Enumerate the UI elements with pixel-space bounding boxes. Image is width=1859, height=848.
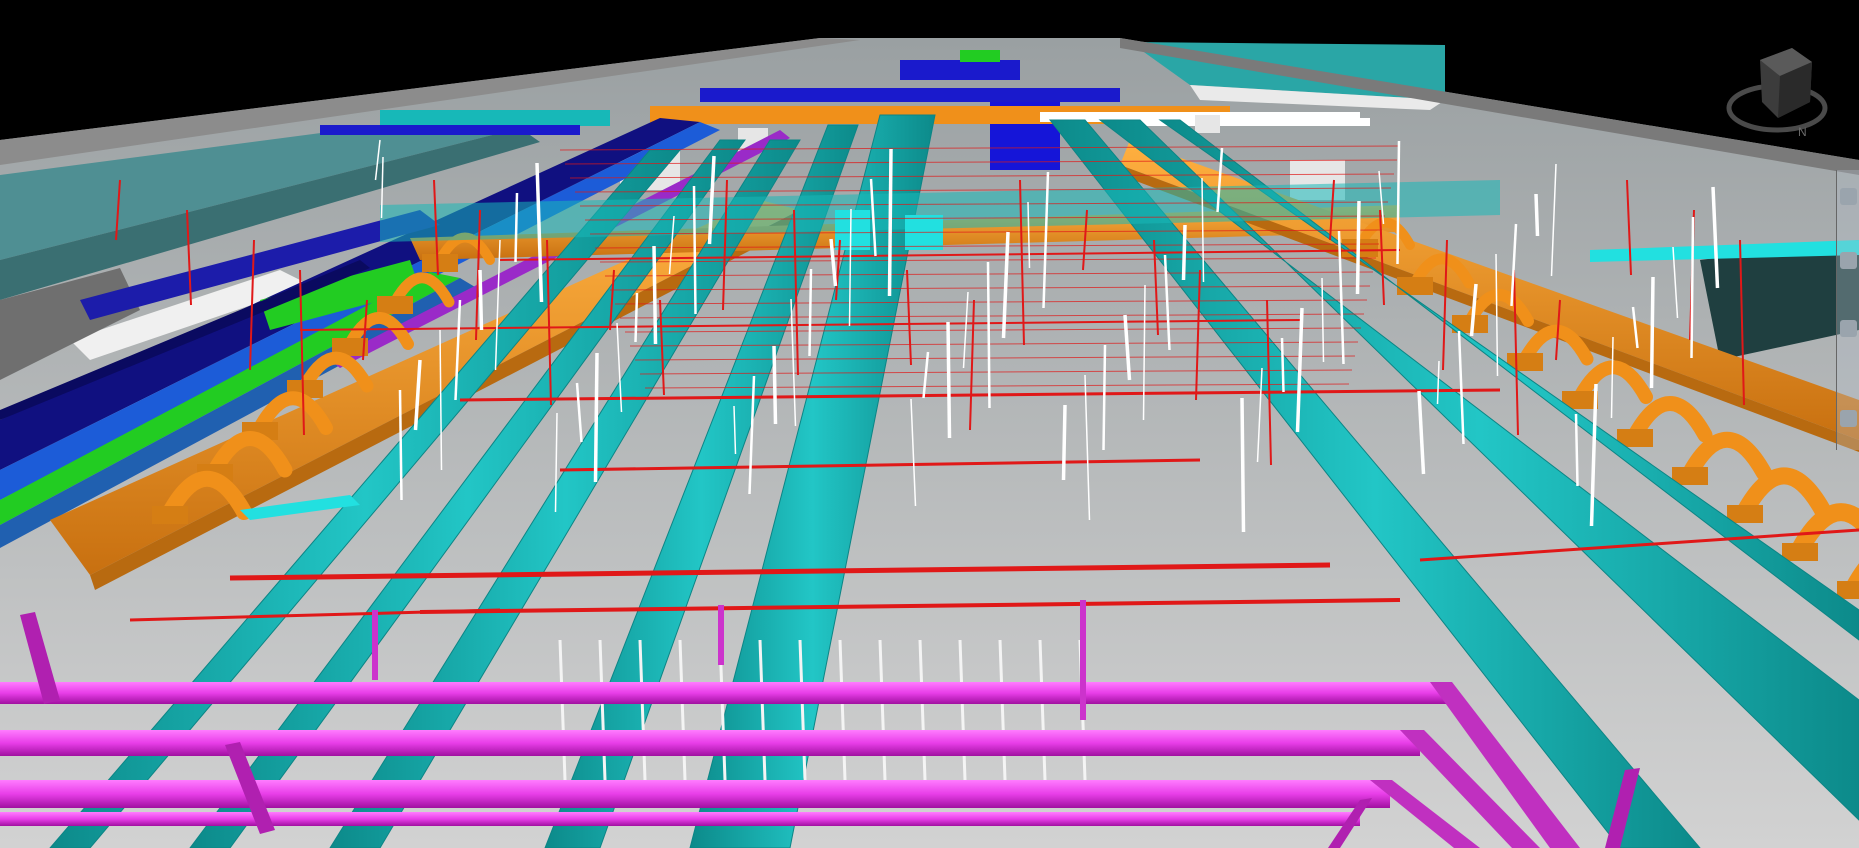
orange-box — [422, 254, 458, 272]
pan-icon[interactable] — [1840, 252, 1857, 269]
orange-box — [1782, 543, 1818, 561]
zoom-icon[interactable] — [1840, 320, 1857, 337]
hanger-rod — [1061, 404, 1067, 481]
orange-box — [1727, 505, 1763, 523]
orange-box — [377, 296, 413, 314]
hanger-rod — [808, 268, 813, 357]
hanger-rod — [398, 389, 403, 501]
hanger-rod — [1102, 344, 1107, 451]
hanger-rod — [1280, 337, 1285, 393]
viewcube[interactable]: N — [1722, 40, 1832, 150]
hanger-rod — [1396, 140, 1401, 265]
hanger-rod — [478, 269, 484, 331]
hanger-rod — [692, 185, 697, 315]
hanger-rod — [1181, 224, 1187, 281]
hanger-rod — [986, 261, 991, 409]
hanger-rod — [652, 245, 658, 345]
select-icon[interactable] — [1840, 410, 1857, 427]
hanger-rod — [946, 321, 952, 439]
hanger-rod — [887, 148, 893, 297]
hanger-rod — [593, 352, 599, 483]
hanger-rod — [1690, 216, 1695, 359]
hanger-rod — [1355, 200, 1361, 295]
hanger-rod — [1534, 193, 1540, 237]
hanger-rod — [634, 292, 639, 343]
hanger-rod — [772, 345, 778, 425]
hanger-rod — [514, 192, 519, 263]
orbit-icon[interactable] — [1840, 188, 1857, 205]
compass-north-label[interactable]: N — [1798, 125, 1807, 139]
orange-box — [152, 506, 188, 524]
hanger-rod — [1240, 397, 1246, 533]
mep-model-scene[interactable] — [0, 0, 1859, 848]
navigation-toolbar — [1836, 170, 1859, 450]
orange-box — [1397, 277, 1433, 295]
hanger-rod — [1574, 413, 1579, 487]
hanger-rod — [1649, 276, 1655, 389]
bim-3d-viewport[interactable]: N — [0, 0, 1859, 848]
